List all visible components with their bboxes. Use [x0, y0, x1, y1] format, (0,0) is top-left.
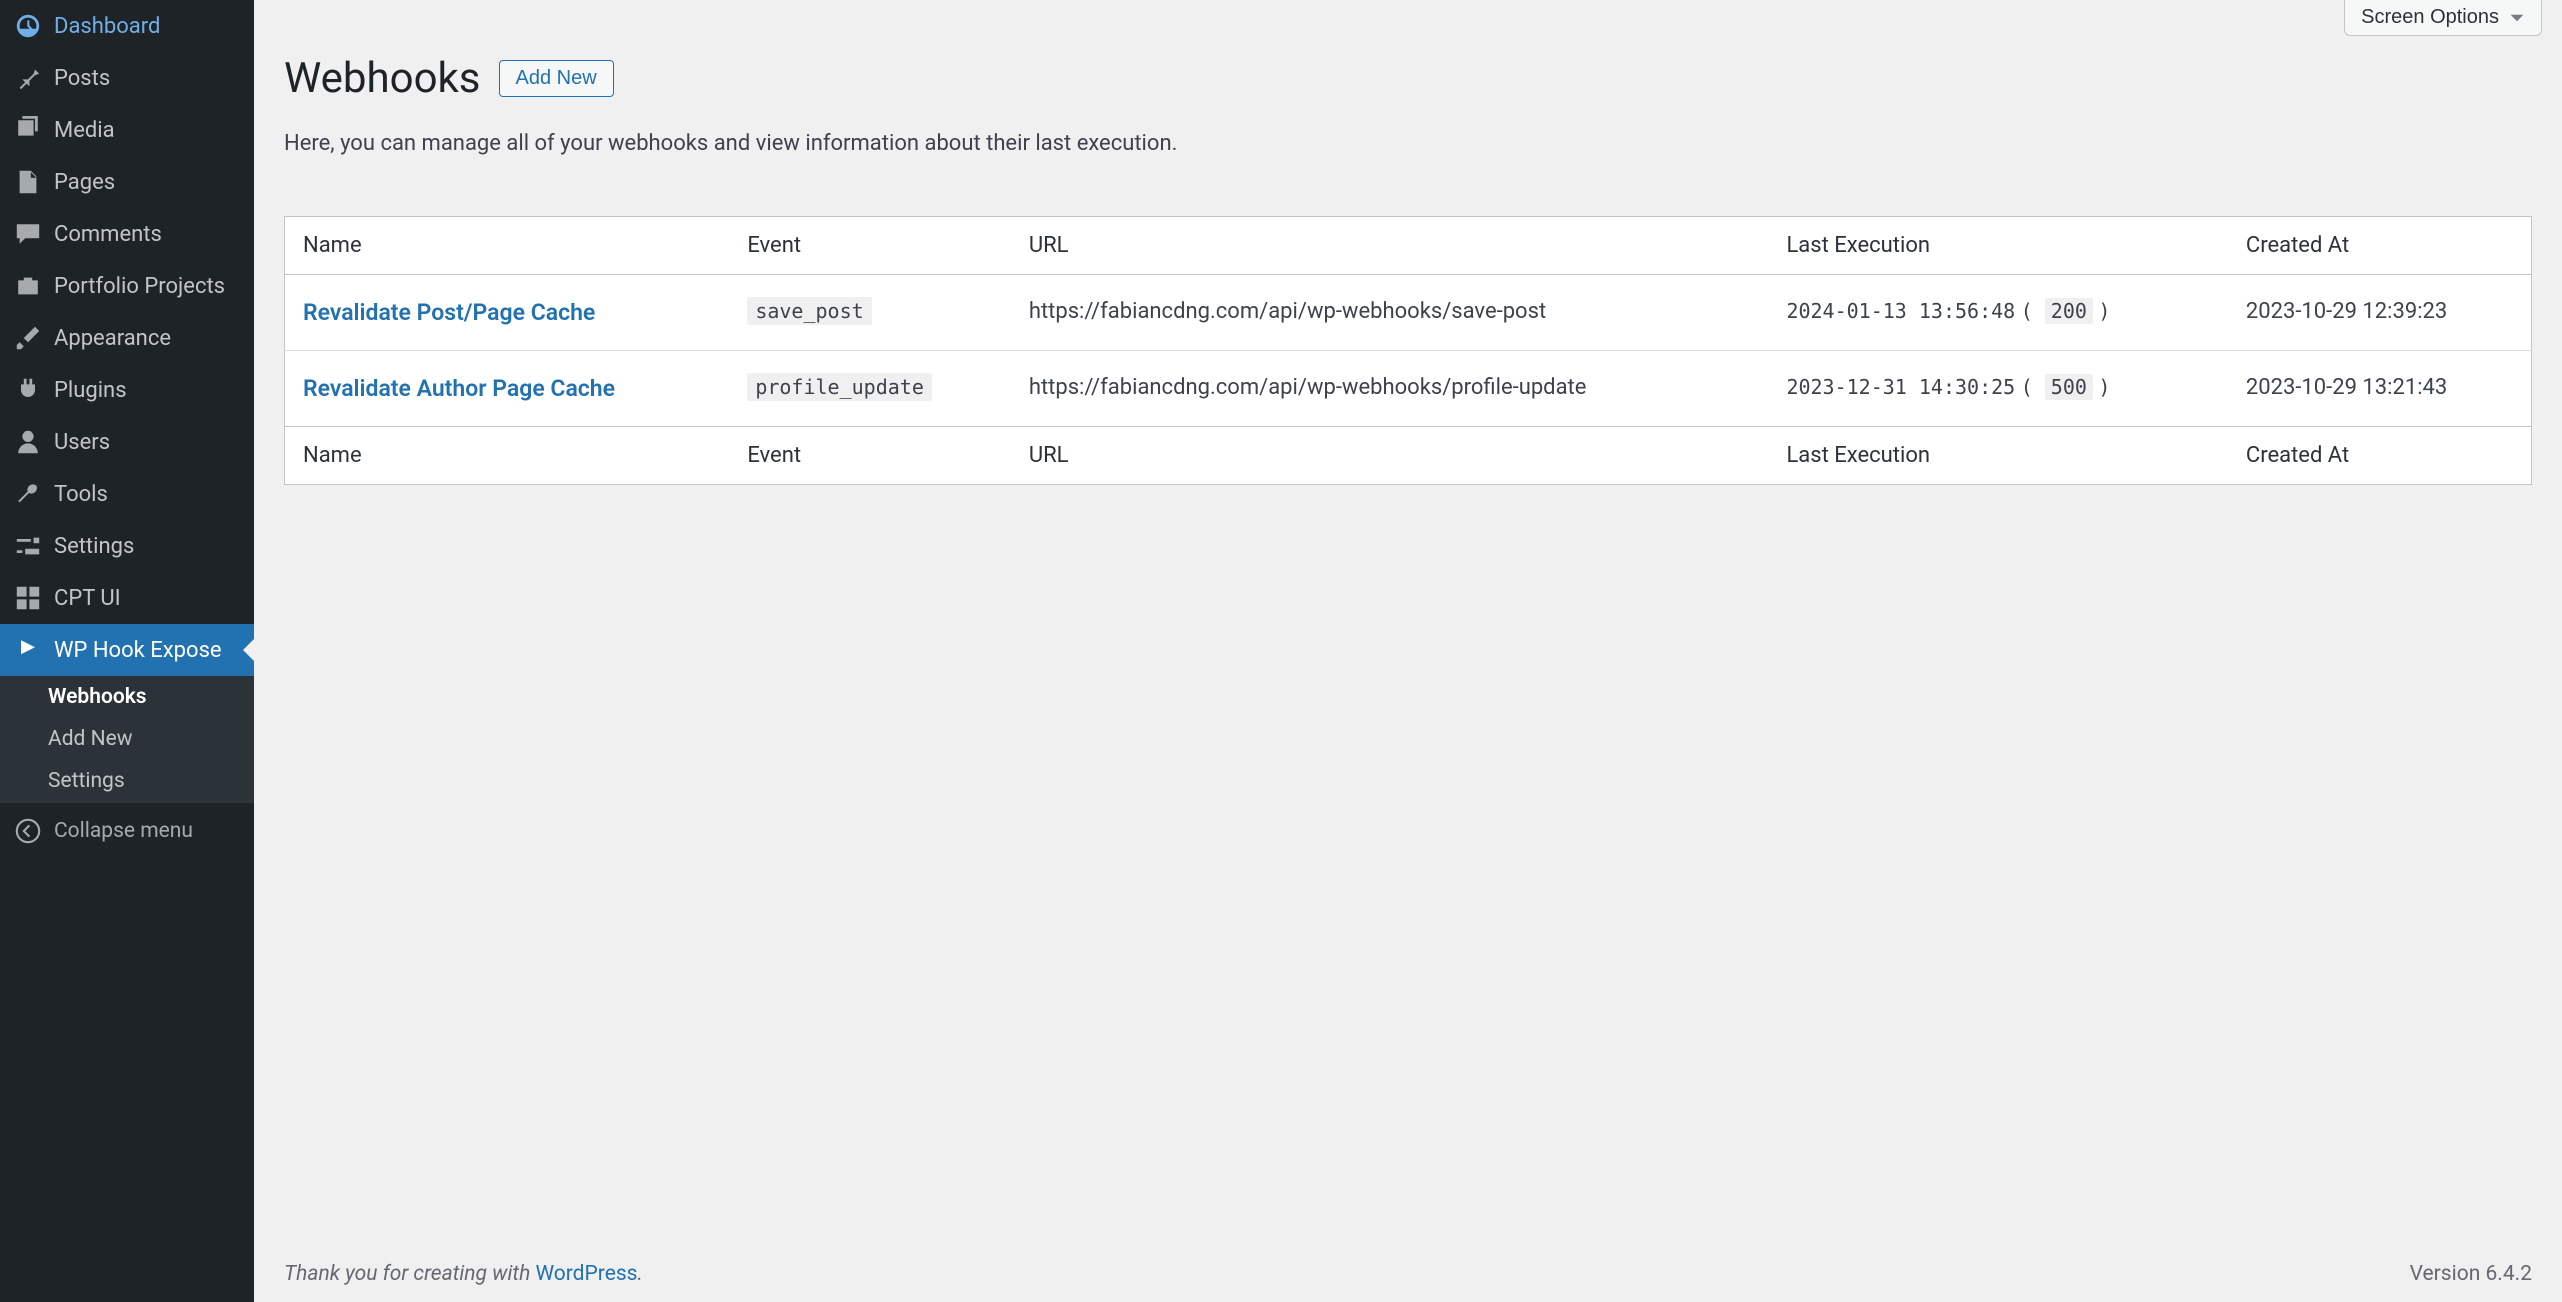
main-content: Screen Options Webhooks Add New Here, yo… — [254, 0, 2562, 1302]
last-execution-time: 2024-01-13 13:56:48 — [1786, 299, 2015, 323]
col-footer-name[interactable]: Name — [285, 427, 730, 485]
submenu-item-add-new[interactable]: Add New — [0, 718, 254, 760]
col-header-event[interactable]: Event — [729, 217, 1011, 275]
created-at: 2023-10-29 12:39:23 — [2228, 275, 2532, 351]
footer-wordpress-link[interactable]: WordPress — [535, 1262, 637, 1286]
sidebar-item-pages[interactable]: Pages — [0, 156, 254, 208]
sidebar-item-comments[interactable]: Comments — [0, 208, 254, 260]
collapse-menu-label: Collapse menu — [54, 819, 193, 843]
caret-down-icon — [2509, 10, 2525, 26]
page-icon — [14, 168, 42, 196]
webhook-url: https://fabiancdng.com/api/wp-webhooks/p… — [1011, 351, 1769, 427]
sidebar-item-label: Appearance — [54, 326, 171, 351]
col-footer-url[interactable]: URL — [1011, 427, 1769, 485]
sidebar-item-wp-hook-expose[interactable]: WP Hook Expose — [0, 624, 254, 676]
sidebar-item-label: Media — [54, 118, 115, 143]
sidebar-item-label: Portfolio Projects — [54, 274, 225, 299]
sliders-icon — [14, 532, 42, 560]
col-header-name[interactable]: Name — [285, 217, 730, 275]
sidebar-item-media[interactable]: Media — [0, 104, 254, 156]
event-tag: save_post — [747, 297, 871, 325]
page-footer: Thank you for creating with WordPress. V… — [284, 1232, 2532, 1302]
sidebar-item-posts[interactable]: Posts — [0, 52, 254, 104]
grid-icon — [14, 584, 42, 612]
webhook-name-link[interactable]: Revalidate Author Page Cache — [303, 375, 615, 402]
wrench-icon — [14, 480, 42, 508]
footer-thanks-prefix: Thank you for creating with — [284, 1262, 535, 1286]
sidebar-item-tools[interactable]: Tools — [0, 468, 254, 520]
table-row: Revalidate Post/Page Cache save_post htt… — [285, 275, 2532, 351]
sidebar-item-label: Comments — [54, 222, 162, 247]
collapse-menu-button[interactable]: Collapse menu — [0, 802, 254, 859]
col-footer-event[interactable]: Event — [729, 427, 1011, 485]
sidebar-item-settings[interactable]: Settings — [0, 520, 254, 572]
col-header-url[interactable]: URL — [1011, 217, 1769, 275]
plug-icon — [14, 376, 42, 404]
status-code: 500 — [2045, 374, 2093, 400]
webhook-url: https://fabiancdng.com/api/wp-webhooks/s… — [1011, 275, 1769, 351]
footer-version: Version 6.4.2 — [2410, 1262, 2532, 1286]
sidebar-item-plugins[interactable]: Plugins — [0, 364, 254, 416]
paren-open: ( — [2021, 299, 2045, 323]
sidebar-item-label: Plugins — [54, 378, 127, 403]
webhook-name-link[interactable]: Revalidate Post/Page Cache — [303, 299, 595, 326]
last-execution-time: 2023-12-31 14:30:25 — [1786, 375, 2015, 399]
sidebar-item-cpt-ui[interactable]: CPT UI — [0, 572, 254, 624]
portfolio-icon — [14, 272, 42, 300]
sidebar-item-label: Dashboard — [54, 14, 160, 39]
paren-close: ) — [2098, 299, 2110, 323]
sidebar-item-appearance[interactable]: Appearance — [0, 312, 254, 364]
paren-open: ( — [2021, 375, 2045, 399]
media-icon — [14, 116, 42, 144]
brush-icon — [14, 324, 42, 352]
sidebar-item-portfolio-projects[interactable]: Portfolio Projects — [0, 260, 254, 312]
sidebar-item-label: Posts — [54, 66, 110, 91]
col-header-last-execution[interactable]: Last Execution — [1768, 217, 2227, 275]
sidebar-item-label: Tools — [54, 482, 108, 507]
hook-icon — [14, 636, 42, 664]
screen-options-button[interactable]: Screen Options — [2344, 0, 2542, 36]
sidebar-item-label: Settings — [54, 534, 134, 559]
user-icon — [14, 428, 42, 456]
pin-icon — [14, 64, 42, 92]
footer-thanks-suffix: . — [638, 1262, 643, 1286]
page-description: Here, you can manage all of your webhook… — [284, 131, 2532, 156]
sidebar-submenu: Webhooks Add New Settings — [0, 676, 254, 802]
add-new-button[interactable]: Add New — [499, 60, 614, 97]
dashboard-icon — [14, 12, 42, 40]
admin-sidebar: Dashboard Posts Media Pages — [0, 0, 254, 1302]
status-code: 200 — [2045, 298, 2093, 324]
sidebar-item-label: CPT UI — [54, 586, 121, 611]
page-title: Webhooks — [284, 54, 481, 103]
event-tag: profile_update — [747, 373, 932, 401]
sidebar-item-label: WP Hook Expose — [54, 638, 222, 663]
sidebar-item-label: Users — [54, 430, 110, 455]
col-footer-created-at[interactable]: Created At — [2228, 427, 2532, 485]
col-footer-last-execution[interactable]: Last Execution — [1768, 427, 2227, 485]
submenu-item-settings[interactable]: Settings — [0, 760, 254, 802]
collapse-icon — [14, 817, 42, 845]
table-row: Revalidate Author Page Cache profile_upd… — [285, 351, 2532, 427]
comment-icon — [14, 220, 42, 248]
col-header-created-at[interactable]: Created At — [2228, 217, 2532, 275]
submenu-item-webhooks[interactable]: Webhooks — [0, 676, 254, 718]
screen-options-label: Screen Options — [2361, 6, 2499, 29]
webhooks-table: Name Event URL Last Execution Created At… — [284, 216, 2532, 485]
sidebar-item-users[interactable]: Users — [0, 416, 254, 468]
paren-close: ) — [2098, 375, 2110, 399]
created-at: 2023-10-29 13:21:43 — [2228, 351, 2532, 427]
sidebar-item-dashboard[interactable]: Dashboard — [0, 0, 254, 52]
sidebar-item-label: Pages — [54, 170, 115, 195]
